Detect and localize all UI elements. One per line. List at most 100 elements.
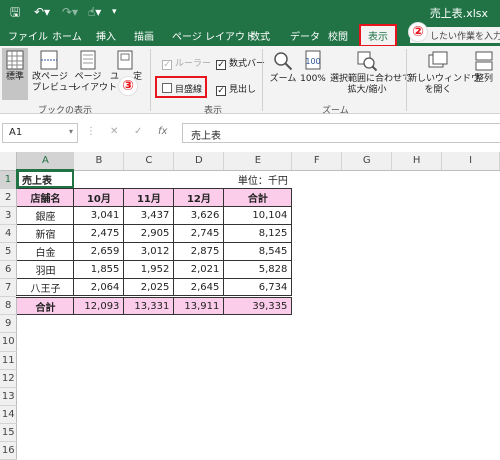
tab-page-layout[interactable]: ページ レイアウト: [172, 28, 255, 43]
total-label-cell[interactable]: 合計: [16, 295, 75, 316]
cell[interactable]: [342, 206, 392, 224]
row-header[interactable]: 6: [0, 260, 18, 280]
store-name-cell[interactable]: 白金: [16, 241, 75, 262]
normal-view-button[interactable]: 標準: [2, 48, 28, 100]
cell[interactable]: [342, 188, 392, 206]
cell[interactable]: [442, 297, 500, 315]
zoom-100-button[interactable]: 100 100%: [300, 50, 326, 85]
value-cell[interactable]: 2,645: [173, 278, 225, 298]
value-cell[interactable]: 2,021: [173, 260, 225, 280]
arrange-all-button[interactable]: 整列: [470, 50, 498, 85]
store-name-cell[interactable]: 八王子: [16, 278, 75, 298]
cell[interactable]: [392, 279, 442, 297]
cell[interactable]: [124, 170, 174, 188]
cell[interactable]: [342, 242, 392, 260]
cell[interactable]: [292, 261, 342, 279]
row-header[interactable]: 7: [0, 278, 18, 298]
cell[interactable]: [342, 279, 392, 297]
cell[interactable]: [392, 224, 442, 242]
zoom-button[interactable]: ズーム: [268, 50, 298, 85]
row-header[interactable]: 10: [0, 332, 18, 352]
formula-input[interactable]: 売上表: [182, 123, 500, 143]
cell[interactable]: [342, 261, 392, 279]
value-cell[interactable]: 2,745: [173, 223, 225, 243]
tab-insert[interactable]: 挿入: [96, 28, 116, 43]
total-value-cell[interactable]: 13,911: [173, 295, 225, 316]
cell[interactable]: [292, 206, 342, 224]
total-cell[interactable]: 6,734: [223, 278, 293, 298]
cell[interactable]: [392, 188, 442, 206]
header-cell[interactable]: 11月: [123, 187, 175, 207]
name-box[interactable]: A1 ▾: [2, 123, 78, 143]
cell[interactable]: [292, 297, 342, 315]
value-cell[interactable]: 2,875: [173, 241, 225, 262]
total-value-cell[interactable]: 13,331: [123, 295, 175, 316]
new-window-button[interactable]: 新しいウィンドウ を開く: [408, 50, 480, 96]
row-header[interactable]: 5: [0, 242, 18, 262]
cancel-icon[interactable]: ✕: [110, 126, 118, 137]
header-cell[interactable]: 12月: [173, 187, 225, 207]
column-header[interactable]: D: [173, 152, 225, 171]
row-header[interactable]: 12: [0, 369, 18, 388]
cell[interactable]: [442, 206, 500, 224]
cell[interactable]: [442, 224, 500, 242]
row-header[interactable]: 9: [0, 314, 18, 334]
cell[interactable]: [442, 170, 500, 188]
value-cell[interactable]: 2,659: [73, 241, 125, 262]
cell[interactable]: [174, 170, 224, 188]
column-header[interactable]: B: [73, 152, 125, 171]
column-header[interactable]: F: [291, 152, 343, 171]
ruler-checkbox[interactable]: ✓ ルーラー: [162, 56, 211, 70]
row-header[interactable]: 1: [0, 170, 18, 189]
cell[interactable]: [392, 297, 442, 315]
row-header[interactable]: 4: [0, 224, 18, 243]
value-cell[interactable]: 1,952: [123, 260, 175, 280]
value-cell[interactable]: 2,475: [73, 223, 125, 243]
cell[interactable]: [292, 224, 342, 242]
tab-formulas[interactable]: 数式: [250, 28, 270, 43]
column-header[interactable]: I: [441, 152, 500, 171]
column-header[interactable]: C: [123, 152, 175, 171]
cell[interactable]: [442, 279, 500, 297]
tab-data[interactable]: データ: [290, 28, 320, 43]
value-cell[interactable]: 2,064: [73, 278, 125, 298]
total-cell[interactable]: 8,125: [223, 223, 293, 243]
total-cell[interactable]: 5,828: [223, 260, 293, 280]
grand-total-cell[interactable]: 39,335: [223, 295, 293, 316]
formula-bar-checkbox[interactable]: ✓ 数式バー: [216, 56, 265, 70]
redo-icon[interactable]: ↷▾: [62, 4, 78, 20]
save-icon[interactable]: 🖫: [10, 4, 20, 20]
row-header[interactable]: 14: [0, 405, 18, 424]
column-header[interactable]: G: [341, 152, 393, 171]
cell[interactable]: [392, 206, 442, 224]
row-header[interactable]: 2: [0, 188, 18, 207]
value-cell[interactable]: 3,626: [173, 205, 225, 225]
headings-checkbox[interactable]: ✓ 見出し: [216, 82, 256, 96]
column-header[interactable]: A: [16, 152, 75, 172]
tab-review[interactable]: 校閲: [328, 28, 348, 43]
cell[interactable]: [442, 188, 500, 206]
cell[interactable]: [392, 242, 442, 260]
cell[interactable]: [442, 242, 500, 260]
enter-icon[interactable]: ✓: [134, 126, 142, 137]
column-header[interactable]: H: [391, 152, 443, 171]
value-cell[interactable]: 3,437: [123, 205, 175, 225]
cell[interactable]: [342, 170, 392, 188]
row-header[interactable]: 15: [0, 423, 18, 443]
row-header[interactable]: 3: [0, 206, 18, 225]
cell[interactable]: [392, 170, 442, 188]
cell[interactable]: [292, 170, 342, 188]
cell[interactable]: [292, 188, 342, 206]
value-cell[interactable]: 3,012: [123, 241, 175, 262]
insert-function-icon[interactable]: fx: [158, 126, 167, 137]
page-break-preview-button[interactable]: 改ページ プレビュー: [32, 50, 77, 94]
cell[interactable]: [392, 261, 442, 279]
cell[interactable]: [342, 224, 392, 242]
total-cell[interactable]: 8,545: [223, 241, 293, 262]
store-name-cell[interactable]: 羽田: [16, 260, 75, 280]
total-cell[interactable]: 10,104: [223, 205, 293, 225]
value-cell[interactable]: 3,041: [73, 205, 125, 225]
cell[interactable]: [342, 297, 392, 315]
store-name-cell[interactable]: 銀座: [16, 205, 75, 225]
cell[interactable]: [292, 279, 342, 297]
